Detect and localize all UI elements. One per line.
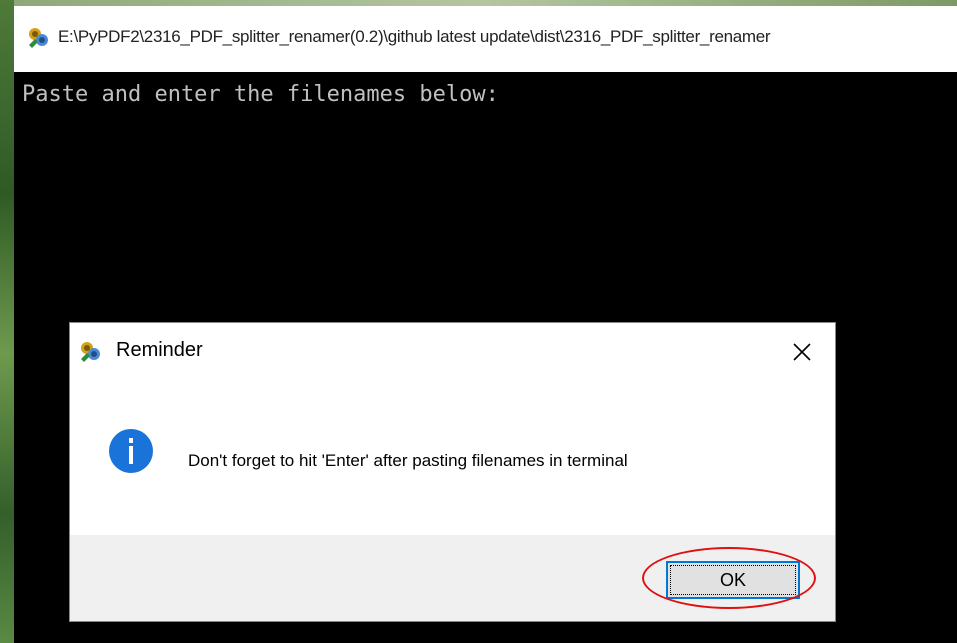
info-icon — [109, 429, 153, 473]
ok-button[interactable]: OK — [666, 561, 800, 599]
app-icon — [81, 342, 100, 362]
close-button[interactable] — [785, 335, 819, 369]
console-output-line: Paste and enter the filenames below: — [22, 82, 499, 107]
dialog-titlebar[interactable]: Reminder — [70, 323, 835, 381]
reminder-dialog: Reminder Don't forget to hit 'Enter' aft… — [69, 322, 836, 622]
console-title: E:\PyPDF2\2316_PDF_splitter_renamer(0.2)… — [58, 27, 771, 46]
desktop-background — [0, 0, 14, 643]
dialog-content: Don't forget to hit 'Enter' after pastin… — [70, 381, 835, 537]
close-icon — [793, 343, 811, 361]
dialog-footer: OK — [70, 535, 835, 621]
console-titlebar[interactable]: E:\PyPDF2\2316_PDF_splitter_renamer(0.2)… — [14, 6, 957, 73]
dialog-title: Reminder — [116, 339, 203, 361]
dialog-message: Don't forget to hit 'Enter' after pastin… — [188, 451, 628, 470]
app-icon — [29, 28, 48, 48]
